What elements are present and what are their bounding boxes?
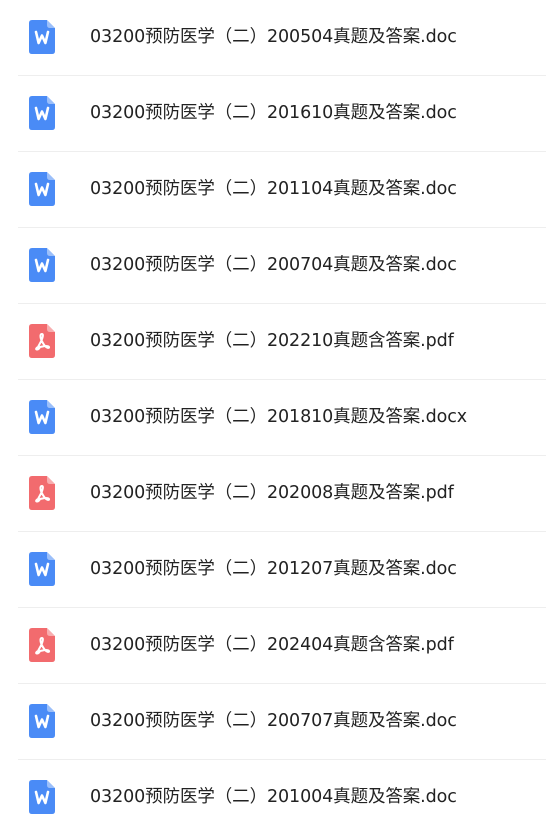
word-doc-icon bbox=[29, 780, 55, 814]
word-doc-icon bbox=[29, 96, 55, 130]
file-row[interactable]: 03200预防医学（二）202404真题含答案.pdf bbox=[18, 608, 546, 684]
file-list: 03200预防医学（二）200504真题及答案.doc 03200预防医学（二）… bbox=[0, 0, 546, 828]
word-doc-icon bbox=[29, 248, 55, 282]
file-row[interactable]: 03200预防医学（二）202008真题及答案.pdf bbox=[18, 456, 546, 532]
word-doc-icon bbox=[29, 172, 55, 206]
file-name: 03200预防医学（二）201810真题及答案.docx bbox=[90, 407, 468, 427]
file-row[interactable]: 03200预防医学（二）202210真题含答案.pdf bbox=[18, 304, 546, 380]
file-row[interactable]: 03200预防医学（二）201004真题及答案.doc bbox=[18, 760, 546, 836]
word-doc-icon bbox=[29, 20, 55, 54]
file-row[interactable]: 03200预防医学（二）201610真题及答案.doc bbox=[18, 76, 546, 152]
file-row[interactable]: 03200预防医学（二）200704真题及答案.doc bbox=[18, 228, 546, 304]
file-name: 03200预防医学（二）201610真题及答案.doc bbox=[90, 103, 457, 123]
file-name: 03200预防医学（二）201004真题及答案.doc bbox=[90, 787, 457, 807]
file-row[interactable]: 03200预防医学（二）201207真题及答案.doc bbox=[18, 532, 546, 608]
pdf-icon bbox=[29, 324, 55, 358]
file-name: 03200预防医学（二）202404真题含答案.pdf bbox=[90, 635, 454, 655]
file-row[interactable]: 03200预防医学（二）200504真题及答案.doc bbox=[18, 0, 546, 76]
file-name: 03200预防医学（二）200504真题及答案.doc bbox=[90, 27, 457, 47]
file-row[interactable]: 03200预防医学（二）201104真题及答案.doc bbox=[18, 152, 546, 228]
word-doc-icon bbox=[29, 704, 55, 738]
file-row[interactable]: 03200预防医学（二）200707真题及答案.doc bbox=[18, 684, 546, 760]
file-name: 03200预防医学（二）201104真题及答案.doc bbox=[90, 179, 457, 199]
file-name: 03200预防医学（二）200707真题及答案.doc bbox=[90, 711, 457, 731]
word-doc-icon bbox=[29, 552, 55, 586]
file-name: 03200预防医学（二）202210真题含答案.pdf bbox=[90, 331, 454, 351]
pdf-icon bbox=[29, 628, 55, 662]
word-doc-icon bbox=[29, 400, 55, 434]
file-name: 03200预防医学（二）202008真题及答案.pdf bbox=[90, 483, 454, 503]
file-name: 03200预防医学（二）200704真题及答案.doc bbox=[90, 255, 457, 275]
file-name: 03200预防医学（二）201207真题及答案.doc bbox=[90, 559, 457, 579]
pdf-icon bbox=[29, 476, 55, 510]
file-row[interactable]: 03200预防医学（二）201810真题及答案.docx bbox=[18, 380, 546, 456]
